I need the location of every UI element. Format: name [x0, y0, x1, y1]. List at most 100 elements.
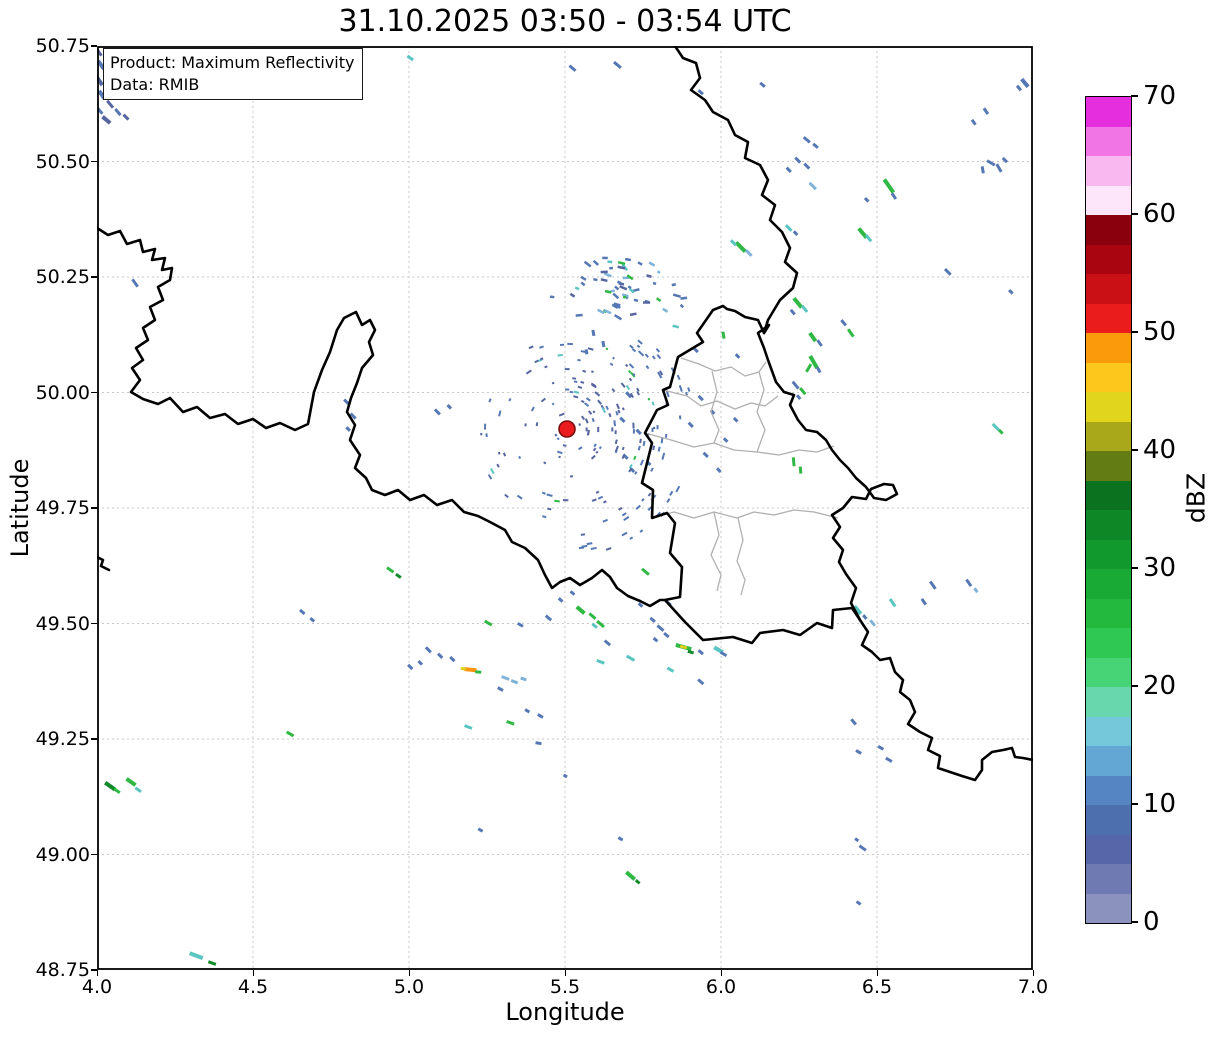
radar-echo	[719, 650, 728, 658]
radar-echo	[502, 452, 507, 457]
radar-echo	[855, 900, 862, 906]
radar-echo	[656, 354, 662, 360]
radar-echo	[613, 60, 622, 69]
radar-echo	[676, 374, 681, 381]
radar-echo	[487, 474, 493, 480]
radar-echo	[920, 598, 928, 606]
radar-echo	[488, 398, 492, 403]
radar-echo	[345, 426, 351, 432]
y-tick-label: 49.75	[35, 497, 90, 519]
radar-echo	[687, 387, 691, 392]
radar-echo	[678, 384, 683, 392]
radar-echo	[617, 265, 626, 270]
radar-echo	[558, 455, 561, 459]
radar-echo	[615, 403, 620, 410]
colorbar-tick-mark	[1131, 331, 1138, 333]
radar-echo	[591, 329, 596, 337]
radar-echo	[744, 249, 753, 257]
radar-echo	[591, 622, 598, 629]
radar-echo	[663, 631, 670, 639]
y-tick-label: 49.50	[35, 612, 90, 635]
y-tick-mark	[91, 276, 97, 278]
radar-echo	[785, 166, 792, 173]
radar-echo	[929, 580, 937, 590]
radar-echo	[343, 398, 350, 405]
radar-echo	[188, 951, 204, 960]
y-tick-label: 49.00	[35, 843, 90, 866]
radar-echo	[617, 836, 624, 842]
colorbar-segment	[1086, 569, 1131, 599]
border-france-belgium	[97, 226, 667, 608]
y-tick-mark	[91, 622, 97, 625]
radar-echo	[621, 512, 627, 517]
radar-echo	[541, 491, 546, 495]
colorbar-tick-mark	[1131, 95, 1138, 97]
radar-echo	[588, 612, 597, 620]
radar-echo	[647, 397, 651, 401]
radar-echo	[407, 663, 414, 671]
radar-echo	[542, 515, 547, 519]
radar-echo	[584, 402, 590, 407]
radar-echo	[134, 786, 142, 794]
radar-echo	[998, 428, 1004, 435]
radar-echo	[652, 281, 657, 286]
radar-echo	[543, 461, 547, 465]
radar-echo	[965, 578, 973, 587]
radar-echo	[651, 401, 655, 406]
radar-echo	[624, 257, 632, 262]
radar-echo	[569, 590, 576, 596]
radar-echo	[850, 718, 857, 726]
colorbar-tick-label: 40	[1143, 435, 1177, 465]
radar-echo	[588, 410, 593, 415]
radar-echo	[647, 492, 652, 497]
radar-echo	[657, 446, 661, 452]
radar-echo	[591, 417, 595, 423]
colorbar-segment	[1086, 834, 1131, 864]
radar-echo	[634, 879, 641, 885]
radar-echo	[603, 272, 612, 278]
y-tick-label: 50.00	[35, 381, 90, 404]
radar-echo	[605, 547, 612, 551]
radar-echo	[656, 624, 665, 632]
radar-echo	[484, 619, 493, 627]
x-tick-label: 7.0	[1017, 976, 1049, 998]
radar-echo	[309, 617, 316, 623]
radar-echo	[490, 468, 495, 474]
radar-echo	[1008, 288, 1014, 295]
radar-echo	[597, 495, 604, 500]
radar-echo-layer	[97, 47, 1030, 966]
radar-echo	[784, 224, 793, 232]
radar-echo	[734, 240, 747, 253]
radar-echo	[613, 314, 623, 321]
radar-echo	[101, 115, 112, 125]
radar-echo	[1020, 77, 1030, 89]
radar-echo	[558, 412, 565, 417]
colorbar-label: dBZ	[1181, 472, 1211, 524]
radar-echo	[562, 773, 568, 779]
radar-echo	[554, 433, 558, 437]
product-line: Product: Maximum Reflectivity	[110, 53, 355, 72]
radar-echo	[534, 359, 539, 364]
radar-echo	[592, 447, 597, 452]
radar-echo	[508, 398, 512, 402]
colorbar-segment	[1086, 805, 1131, 835]
radar-echo	[802, 136, 811, 144]
x-tick-label: 6.5	[861, 976, 893, 998]
radar-echo	[395, 572, 402, 579]
radar-echo	[616, 280, 622, 285]
radar-echo	[544, 365, 548, 369]
radar-echo	[510, 679, 519, 685]
radar-echo	[581, 544, 588, 548]
radar-echo	[568, 64, 577, 72]
colorbar-segment	[1086, 215, 1131, 245]
radar-echo	[580, 275, 587, 281]
radar-echo	[604, 289, 612, 294]
radar-echo	[625, 870, 637, 881]
radar-echo	[446, 403, 453, 410]
radar-echo	[650, 467, 654, 472]
radar-figure: { "title": "31.10.2025 03:50 - 03:54 UTC…	[0, 0, 1219, 1040]
radar-echo	[633, 455, 637, 461]
radar-echo	[697, 394, 704, 402]
colorbar-segment	[1086, 303, 1131, 333]
grid-lines	[97, 46, 1033, 970]
